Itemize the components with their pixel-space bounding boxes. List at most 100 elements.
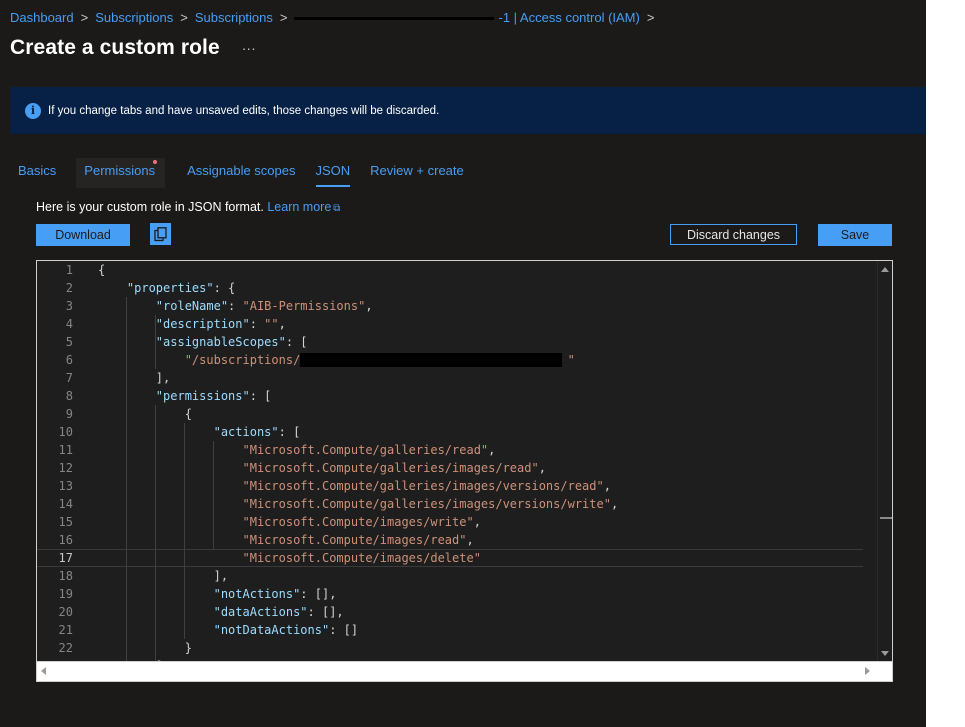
breadcrumb-access-control[interactable]: -1 | Access control (IAM) — [498, 10, 639, 25]
unsaved-dot — [153, 160, 158, 164]
code-text: "Microsoft.Compute/galleries/images/read… — [242, 461, 546, 475]
info-banner: i If you change tabs and have unsaved ed… — [10, 87, 926, 134]
more-options-button[interactable]: ··· — [242, 40, 256, 56]
line-number: 4 — [65, 317, 73, 331]
code-text: "roleName": "AIB-Permissions", — [155, 299, 373, 313]
line-number: 12 — [58, 461, 73, 475]
scroll-thumb[interactable] — [880, 517, 892, 519]
line-number: 21 — [58, 623, 73, 637]
code-line[interactable]: 17 "Microsoft.Compute/images/delete" — [37, 549, 863, 567]
learn-more-link[interactable]: Learn more — [267, 200, 331, 214]
code-text: "Microsoft.Compute/galleries/read", — [242, 443, 496, 457]
line-number: 6 — [65, 353, 73, 367]
line-number: 11 — [58, 443, 73, 457]
line-number: 3 — [65, 299, 73, 313]
line-number: 1 — [65, 263, 73, 277]
breadcrumb: Dashboard > Subscriptions > Subscriptions > -1… — [10, 10, 661, 25]
chevron-right-icon: > — [646, 10, 655, 25]
code-line[interactable]: 15 "Microsoft.Compute/images/write", — [37, 513, 863, 531]
line-number: 16 — [58, 533, 73, 547]
code-line[interactable]: 20 "dataActions": [], — [37, 603, 863, 621]
code-lines: 23 ]22 }21 "notDataActions": []20 "dataA… — [37, 261, 863, 661]
scroll-right-icon[interactable] — [865, 667, 870, 675]
breadcrumb-dashboard[interactable]: Dashboard — [10, 10, 74, 25]
chevron-right-icon: > — [279, 10, 288, 25]
line-number: 15 — [58, 515, 73, 529]
code-line[interactable]: 21 "notDataActions": [] — [37, 621, 863, 639]
tab-bar: Basics Permissions Assignable scopes JSO… — [10, 158, 476, 188]
tab-permissions[interactable]: Permissions — [76, 158, 166, 188]
indent-guide — [155, 405, 156, 661]
tab-json[interactable]: JSON — [308, 158, 359, 188]
code-line[interactable]: 1{ — [37, 261, 863, 279]
download-button[interactable]: Download — [36, 224, 130, 246]
chevron-right-icon: > — [180, 10, 188, 25]
scroll-left-icon[interactable] — [41, 667, 46, 675]
line-number: 10 — [58, 425, 73, 439]
line-number: 8 — [65, 389, 73, 403]
line-number: 9 — [65, 407, 73, 421]
copy-button[interactable] — [150, 223, 171, 245]
code-line[interactable]: 9 { — [37, 405, 863, 423]
portal-window: Dashboard > Subscriptions > Subscriptions > -1… — [0, 0, 926, 727]
code-text: { — [98, 263, 106, 277]
tab-basics[interactable]: Basics — [10, 158, 64, 188]
code-line[interactable]: 7 ], — [37, 369, 863, 387]
scroll-up-icon[interactable] — [881, 267, 889, 272]
code-line[interactable]: 4 "description": "", — [37, 315, 863, 333]
intro-text: Here is your custom role in JSON format.… — [36, 200, 340, 214]
copy-icon — [154, 226, 167, 241]
discard-changes-button[interactable]: Discard changes — [670, 224, 797, 245]
line-number: 20 — [58, 605, 73, 619]
code-line[interactable]: 2 "properties": { — [37, 279, 863, 297]
code-text: "permissions": [ — [155, 389, 272, 403]
code-line[interactable]: 16 "Microsoft.Compute/images/read", — [37, 531, 863, 549]
line-number: 5 — [65, 335, 73, 349]
code-line[interactable]: 3 "roleName": "AIB-Permissions", — [37, 297, 863, 315]
tab-assignable-scopes[interactable]: Assignable scopes — [179, 158, 303, 188]
line-number: 19 — [58, 587, 73, 601]
code-line[interactable]: 8 "permissions": [ — [37, 387, 863, 405]
breadcrumb-subscriptions-2[interactable]: Subscriptions — [195, 10, 273, 25]
scroll-down-icon[interactable] — [881, 651, 889, 656]
code-line[interactable]: 13 "Microsoft.Compute/galleries/images/v… — [37, 477, 863, 495]
code-line[interactable]: 10 "actions": [ — [37, 423, 863, 441]
line-number: 7 — [65, 371, 73, 385]
breadcrumb-subscriptions[interactable]: Subscriptions — [95, 10, 173, 25]
title-row: Create a custom role ··· — [10, 36, 256, 60]
line-number: 2 — [65, 281, 73, 295]
banner-text: If you change tabs and have unsaved edit… — [48, 104, 440, 117]
code-line[interactable]: 14 "Microsoft.Compute/galleries/images/v… — [37, 495, 863, 513]
external-link-icon: ⧉ — [333, 203, 341, 214]
json-editor[interactable]: 23 ]22 }21 "notDataActions": []20 "dataA… — [36, 260, 893, 682]
line-number: 13 — [58, 479, 73, 493]
code-line[interactable]: 19 "notActions": [], — [37, 585, 863, 603]
redacted-subscription-id — [300, 353, 562, 367]
save-button[interactable]: Save — [818, 224, 892, 246]
code-text: ], — [98, 371, 171, 385]
tab-review-create[interactable]: Review + create — [362, 158, 472, 188]
info-icon: i — [25, 102, 41, 119]
code-line[interactable]: 12 "Microsoft.Compute/galleries/images/r… — [37, 459, 863, 477]
horizontal-scrollbar[interactable] — [37, 661, 892, 681]
code-text: "Microsoft.Compute/galleries/images/vers… — [242, 497, 619, 511]
code-line[interactable]: 11 "Microsoft.Compute/galleries/read", — [37, 441, 863, 459]
indent-guide — [184, 423, 185, 639]
line-number: 18 — [58, 569, 73, 583]
indent-guide — [213, 441, 214, 549]
line-number: 22 — [58, 641, 73, 655]
indent-guide — [126, 297, 127, 661]
vertical-scrollbar[interactable] — [877, 261, 892, 661]
indent-guide — [155, 315, 156, 369]
code-text: "actions": [ — [213, 425, 301, 439]
redacted-subscription-name — [294, 17, 495, 21]
code-line[interactable]: 18 ], — [37, 567, 863, 585]
code-text: "notActions": [], — [213, 587, 337, 601]
code-line[interactable]: 5 "assignableScopes": [ — [37, 333, 863, 351]
code-text: "Microsoft.Compute/galleries/images/vers… — [242, 479, 611, 493]
chevron-right-icon: > — [80, 10, 89, 25]
code-text: "properties": { — [126, 281, 236, 295]
code-text: "notDataActions": [] — [213, 623, 359, 637]
code-line[interactable]: 22 } — [37, 639, 863, 657]
intro-label: Here is your custom role in JSON format. — [36, 200, 264, 214]
